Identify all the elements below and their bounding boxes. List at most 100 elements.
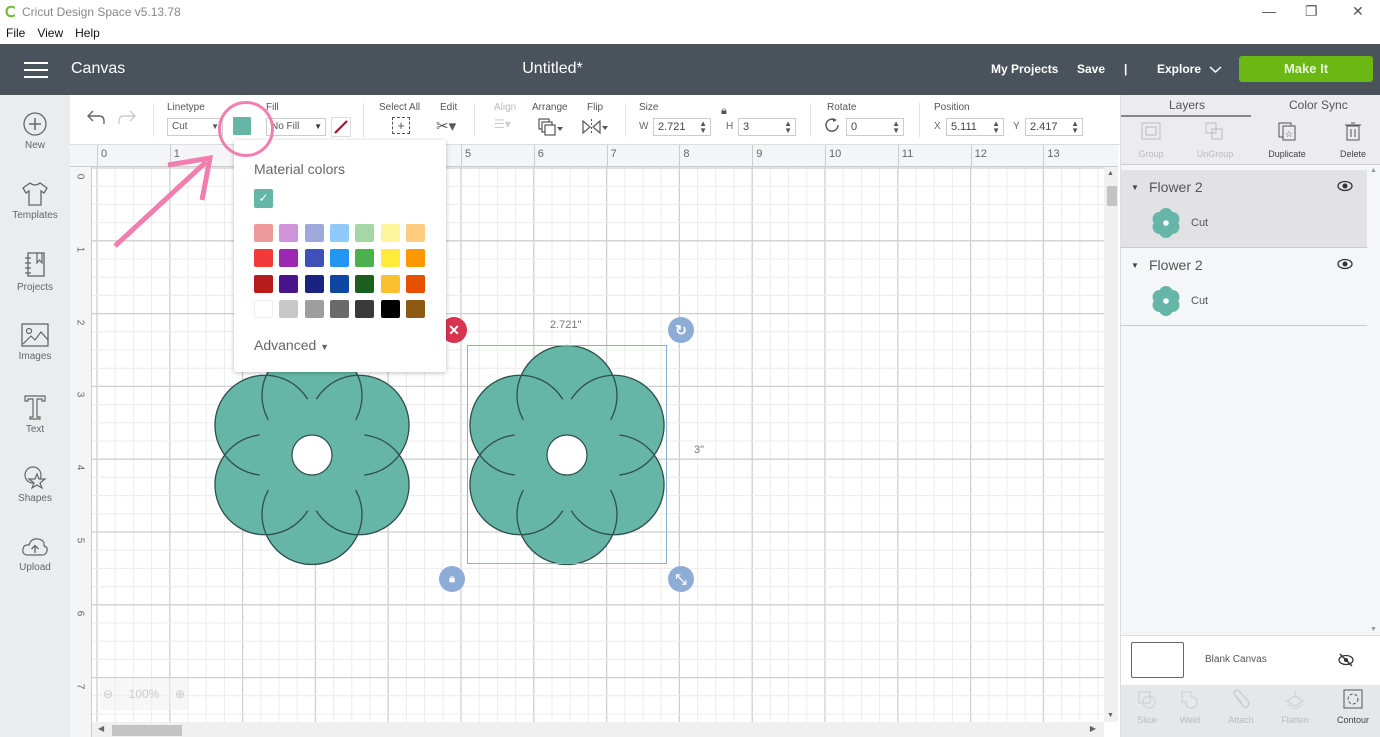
contour-button[interactable]: Contour (1327, 689, 1379, 725)
blank-canvas-row[interactable]: Blank Canvas (1121, 635, 1380, 685)
scroll-thumb[interactable] (1107, 186, 1117, 206)
select-all-button[interactable]: + (392, 117, 410, 134)
group-button[interactable]: Group (1121, 121, 1181, 159)
horizontal-scrollbar[interactable]: ◀ ▶ (92, 722, 1104, 737)
flip-icon[interactable] (581, 117, 609, 137)
height-input[interactable]: 3 ▲ ▼ (738, 118, 796, 136)
sidebar-item-upload[interactable]: Upload (0, 535, 70, 573)
sidebar-item-text[interactable]: Text (0, 393, 70, 435)
current-color-swatch[interactable]: ✓ (254, 189, 273, 208)
layer-group[interactable]: ▼ Flower 2 Cut (1121, 248, 1367, 326)
color-swatch[interactable] (254, 249, 273, 268)
scroll-down-icon[interactable]: ▼ (1107, 712, 1114, 719)
scroll-up-icon[interactable]: ▲ (1370, 167, 1377, 174)
weld-button[interactable]: Weld (1164, 689, 1216, 725)
scroll-down-icon[interactable]: ▼ (1370, 626, 1377, 633)
color-swatch[interactable] (405, 249, 425, 268)
scroll-left-icon[interactable]: ◀ (98, 724, 104, 733)
save-link[interactable]: Save (1077, 62, 1105, 76)
position-x-input[interactable]: 5.111 ▲ ▼ (946, 118, 1004, 136)
color-swatch[interactable] (355, 274, 375, 293)
spinner-icon[interactable]: ▲ ▼ (784, 120, 792, 135)
color-swatch[interactable] (405, 274, 425, 293)
expand-caret-icon[interactable]: ▼ (1131, 261, 1139, 270)
arrange-icon[interactable] (537, 117, 565, 137)
color-swatch[interactable] (405, 299, 425, 318)
explore-dropdown[interactable]: Explore (1157, 62, 1201, 76)
sidebar-item-new[interactable]: New (0, 111, 70, 151)
rotate-input[interactable]: 0 ▲ ▼ (846, 118, 904, 136)
scroll-thumb[interactable] (112, 725, 182, 736)
flatten-button[interactable]: Flatten (1269, 689, 1321, 725)
align-icon[interactable]: ☰▾ (494, 117, 511, 131)
spinner-icon[interactable]: ▲ ▼ (892, 120, 900, 135)
color-swatch[interactable] (355, 299, 375, 318)
scroll-right-icon[interactable]: ▶ (1090, 724, 1096, 733)
color-swatch[interactable] (254, 274, 273, 293)
advanced-toggle[interactable]: Advanced ▼ (254, 337, 329, 353)
color-swatch[interactable] (254, 224, 273, 242)
make-it-button[interactable]: Make It (1239, 56, 1373, 82)
duplicate-button[interactable]: ☆ Duplicate (1257, 121, 1317, 159)
zoom-in-button[interactable]: ⊕ (175, 678, 185, 710)
color-swatch[interactable] (329, 299, 349, 318)
color-swatch[interactable] (254, 299, 273, 318)
color-swatch[interactable] (329, 249, 349, 268)
color-swatch[interactable] (380, 299, 400, 318)
edit-tools-icon[interactable]: ✂▾ (436, 117, 456, 135)
my-projects-link[interactable]: My Projects (991, 62, 1058, 76)
color-swatch[interactable] (380, 274, 400, 293)
color-swatch[interactable] (304, 274, 324, 293)
color-swatch[interactable] (329, 224, 349, 242)
attach-button[interactable]: Attach (1215, 689, 1267, 725)
ungroup-button[interactable]: UnGroup (1185, 121, 1245, 159)
spinner-icon[interactable]: ▲ ▼ (1071, 120, 1079, 135)
lock-aspect-icon[interactable]: 🔒︎ (721, 105, 727, 118)
eye-icon[interactable] (1337, 258, 1353, 270)
canvas-color-swatch[interactable] (1131, 642, 1184, 678)
color-swatch[interactable] (329, 274, 349, 293)
selection-bounding-box[interactable] (467, 345, 667, 564)
color-swatch[interactable] (279, 224, 299, 242)
color-swatch[interactable] (279, 274, 299, 293)
color-swatch[interactable] (304, 299, 324, 318)
eye-hidden-icon[interactable] (1338, 653, 1354, 667)
spinner-icon[interactable]: ▲ ▼ (699, 120, 707, 135)
expand-caret-icon[interactable]: ▼ (1131, 183, 1139, 192)
spinner-icon[interactable]: ▲ ▼ (992, 120, 1000, 135)
tab-layers[interactable]: Layers (1169, 98, 1205, 112)
color-swatch[interactable] (405, 224, 425, 242)
layers-scrollbar[interactable]: ▲ ▼ (1367, 165, 1380, 635)
color-swatch[interactable] (279, 299, 299, 318)
menu-file[interactable]: File (6, 24, 25, 44)
lock-handle-icon[interactable]: 🔒︎ (439, 566, 465, 592)
zoom-out-button[interactable]: ⊖ (103, 678, 113, 710)
sidebar-item-templates[interactable]: Templates (0, 181, 70, 221)
color-swatch[interactable] (304, 224, 324, 242)
close-window-button[interactable]: ✕ (1352, 3, 1364, 20)
fill-select[interactable]: No Fill ▼ (266, 118, 326, 136)
undo-icon[interactable] (86, 109, 106, 125)
scroll-up-icon[interactable]: ▲ (1107, 170, 1114, 177)
restore-button[interactable]: ❐ (1305, 3, 1318, 20)
fill-color-swatch[interactable] (331, 117, 351, 137)
menu-help[interactable]: Help (75, 24, 100, 44)
color-swatch[interactable] (355, 249, 375, 268)
sidebar-item-shapes[interactable]: Shapes (0, 464, 70, 504)
color-swatch[interactable] (355, 224, 375, 242)
sidebar-item-images[interactable]: Images (0, 322, 70, 362)
vertical-scrollbar[interactable]: ▲ ▼ (1104, 167, 1118, 722)
color-swatch[interactable] (380, 249, 400, 268)
eye-icon[interactable] (1337, 180, 1353, 192)
resize-handle-icon[interactable]: ⤡ (668, 566, 694, 592)
sidebar-item-projects[interactable]: Projects (0, 251, 70, 293)
menu-view[interactable]: View (37, 24, 63, 44)
minimize-button[interactable]: — (1262, 3, 1276, 19)
color-swatch[interactable] (279, 249, 299, 268)
tab-color-sync[interactable]: Color Sync (1289, 98, 1348, 112)
color-swatch[interactable] (380, 224, 400, 242)
width-input[interactable]: 2.721 ▲ ▼ (653, 118, 711, 136)
rotate-handle-icon[interactable]: ↻ (668, 317, 694, 343)
redo-icon[interactable] (117, 109, 137, 125)
color-swatch[interactable] (304, 249, 324, 268)
